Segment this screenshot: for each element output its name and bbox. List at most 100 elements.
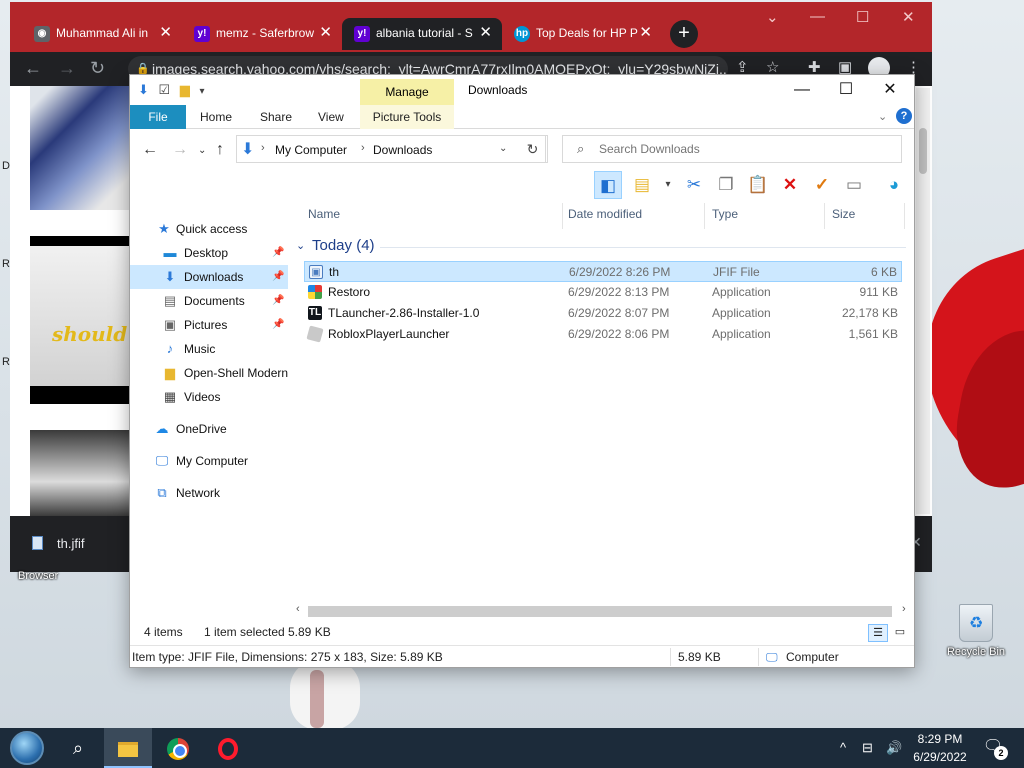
nav-item-music[interactable]: ♪ Music xyxy=(130,337,288,361)
nav-item-my-computer[interactable]: 🖵 My Computer xyxy=(130,449,288,473)
breadcrumb-separator-icon[interactable]: › xyxy=(361,142,365,154)
breadcrumb-item[interactable]: Downloads xyxy=(373,143,432,157)
back-arrow-icon[interactable]: ← xyxy=(142,141,158,159)
notifications-button[interactable]: 🗨 2 xyxy=(982,736,1008,760)
column-header-type[interactable]: Type xyxy=(712,207,738,221)
recycle-bin[interactable]: Recycle Bin xyxy=(944,604,1008,658)
address-dropdown-icon[interactable]: ⌄ xyxy=(499,143,507,154)
search-box[interactable]: ⌕ xyxy=(562,135,902,163)
details-view-icon[interactable]: ☰ xyxy=(868,624,888,642)
browser-tab-active[interactable]: y! albania tutorial - S ✕ xyxy=(342,18,502,50)
desktop-browser-label[interactable]: Browser xyxy=(18,570,58,582)
file-row[interactable]: ▣ th 6/29/2022 8:26 PM JFIF File 6 KB xyxy=(304,261,902,282)
minimize-icon[interactable]: — xyxy=(810,8,825,25)
close-tab-icon[interactable]: ✕ xyxy=(639,18,652,48)
file-row[interactable]: RobloxPlayerLauncher 6/29/2022 8:06 PM A… xyxy=(304,324,902,345)
breadcrumb-item[interactable]: My Computer xyxy=(275,143,347,157)
volume-icon[interactable]: 🔊 xyxy=(886,740,902,756)
horizontal-scrollbar[interactable]: ‹ › xyxy=(294,603,914,619)
start-button[interactable] xyxy=(10,731,44,765)
down-arrow-icon[interactable]: ⬇ xyxy=(138,82,149,97)
nav-item-pictures[interactable]: ▣ Pictures 📌 xyxy=(130,313,288,337)
nav-item-downloads[interactable]: ⬇ Downloads 📌 xyxy=(130,265,288,289)
delete-icon[interactable]: ✕ xyxy=(776,171,804,199)
tab-picture-tools[interactable]: Picture Tools xyxy=(360,105,454,129)
group-header-today[interactable]: ⌄ Today (4) xyxy=(296,235,910,259)
refresh-button[interactable]: ↻ xyxy=(518,135,548,163)
chevron-down-icon[interactable]: ⌄ xyxy=(766,8,779,26)
preview-pane-icon[interactable]: ◧ xyxy=(594,171,622,199)
close-icon[interactable]: ✕ xyxy=(902,8,915,26)
tab-view[interactable]: View xyxy=(304,105,358,129)
file-explorer-taskbar-button[interactable] xyxy=(104,728,152,768)
browser-tab[interactable]: y! memz - Saferbrow ✕ xyxy=(182,18,342,50)
chrome-taskbar-button[interactable] xyxy=(154,728,202,768)
back-arrow-icon[interactable]: ← xyxy=(24,58,42,79)
chevron-down-icon[interactable]: ⌄ xyxy=(296,239,305,252)
up-arrow-icon[interactable]: ↑ xyxy=(216,141,224,159)
search-input[interactable] xyxy=(599,140,889,158)
network-icon[interactable]: ⊟ xyxy=(862,740,873,756)
show-hidden-icons-chevron-icon[interactable]: ^ xyxy=(840,740,846,755)
nav-item-onedrive[interactable]: ☁ OneDrive xyxy=(130,417,288,441)
desktop-label[interactable]: R xyxy=(2,258,10,270)
column-divider[interactable] xyxy=(704,203,705,229)
nav-item-quick-access[interactable]: ★ Quick access xyxy=(130,217,288,241)
nav-item-videos[interactable]: ▦ Videos xyxy=(130,385,288,409)
cut-icon[interactable]: ✂ xyxy=(680,171,708,199)
checkmark-icon[interactable]: ✓ xyxy=(808,171,836,199)
desktop-label[interactable]: R xyxy=(2,356,10,368)
folder-options-icon[interactable]: ▤ xyxy=(628,171,656,199)
recent-locations-icon[interactable]: ⌄ xyxy=(198,145,206,156)
pin-icon[interactable]: 📌 xyxy=(272,289,284,313)
nav-item-open-shell[interactable]: ▆ Open-Shell Modern xyxy=(130,361,288,385)
desktop-label[interactable]: D xyxy=(2,160,10,172)
pin-icon[interactable]: 📌 xyxy=(272,313,284,337)
paste-icon[interactable]: 📋 xyxy=(744,171,772,199)
tab-share[interactable]: Share xyxy=(246,105,306,129)
tab-file[interactable]: File xyxy=(130,105,186,129)
large-icons-view-icon[interactable]: ▭ xyxy=(890,624,910,642)
nav-item-desktop[interactable]: ▬ Desktop 📌 xyxy=(130,241,288,265)
expand-ribbon-icon[interactable]: ⌄ xyxy=(878,110,887,123)
scrollbar-thumb[interactable] xyxy=(919,128,927,174)
opera-taskbar-button[interactable] xyxy=(204,728,252,768)
new-folder-icon[interactable]: ▆ xyxy=(180,82,190,97)
column-header-date[interactable]: Date modified xyxy=(568,207,642,221)
clock[interactable]: 8:29 PM 6/29/2022 xyxy=(908,730,972,766)
scroll-left-icon[interactable]: ‹ xyxy=(296,603,300,615)
image-result-thumbnail[interactable] xyxy=(30,430,130,516)
customize-toolbar-icon[interactable]: ▾ xyxy=(199,86,204,97)
column-divider[interactable] xyxy=(562,203,563,229)
image-result-thumbnail[interactable]: should xyxy=(30,236,130,404)
file-row[interactable]: TL TLauncher-2.86-Installer-1.0 6/29/202… xyxy=(304,303,902,324)
reload-icon[interactable]: ↻ xyxy=(90,58,105,79)
address-bar[interactable]: ⬇ › My Computer › Downloads ⌄ xyxy=(236,135,546,163)
column-header-size[interactable]: Size xyxy=(832,207,855,221)
maximize-icon[interactable]: ☐ xyxy=(856,8,869,26)
download-item[interactable]: th.jfif xyxy=(32,536,84,551)
minimize-button[interactable]: — xyxy=(780,79,824,101)
scroll-right-icon[interactable]: › xyxy=(902,603,906,615)
file-row[interactable]: Restoro 6/29/2022 8:13 PM Application 91… xyxy=(304,282,902,303)
column-divider[interactable] xyxy=(904,203,905,229)
scrollbar-thumb[interactable] xyxy=(308,606,892,617)
pin-icon[interactable]: 📌 xyxy=(272,265,284,289)
forward-arrow-icon[interactable]: → xyxy=(58,58,76,79)
properties-icon[interactable]: ▭ xyxy=(840,171,868,199)
page-scrollbar[interactable] xyxy=(916,88,930,514)
forward-arrow-icon[interactable]: → xyxy=(172,141,188,159)
new-tab-button[interactable]: + xyxy=(670,20,698,48)
breadcrumb-separator-icon[interactable]: › xyxy=(261,142,265,154)
close-tab-icon[interactable]: ✕ xyxy=(159,18,172,48)
search-icon[interactable]: ⌕ xyxy=(54,728,102,768)
column-divider[interactable] xyxy=(824,203,825,229)
nav-item-network[interactable]: ⧉ Network xyxy=(130,481,288,505)
maximize-button[interactable]: ☐ xyxy=(824,79,868,101)
image-result-thumbnail[interactable] xyxy=(30,86,130,210)
close-tab-icon[interactable]: ✕ xyxy=(319,18,332,48)
manage-contextual-tab[interactable]: Manage xyxy=(360,79,454,105)
chevron-down-icon[interactable]: ▾ xyxy=(654,171,682,199)
properties-icon[interactable]: ☑ xyxy=(159,82,171,97)
close-tab-icon[interactable]: ✕ xyxy=(479,18,492,48)
